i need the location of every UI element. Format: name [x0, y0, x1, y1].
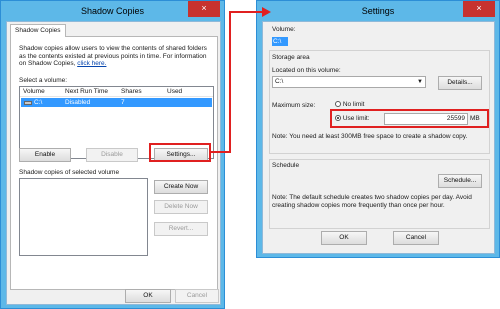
- settings-button-highlight: [149, 143, 211, 162]
- located-value: C:\: [275, 78, 284, 85]
- enable-button[interactable]: Enable: [19, 148, 71, 162]
- schedule-note: Note: The default schedule creates two s…: [272, 194, 472, 209]
- volume-list-header: Volume Next Run Time Shares Used: [20, 87, 213, 97]
- settings-ok-button[interactable]: OK: [321, 231, 367, 245]
- max-size-label: Maximum size:: [272, 102, 316, 109]
- shadow-close-button[interactable]: ×: [188, 1, 220, 17]
- located-volume-select[interactable]: C:\ ▼: [272, 76, 426, 88]
- use-limit-highlight: [330, 109, 489, 128]
- details-button[interactable]: Details...: [438, 76, 482, 90]
- volume-value: C:\: [272, 37, 288, 46]
- col-header-volume[interactable]: Volume: [23, 88, 45, 95]
- tab-shadow-copies[interactable]: Shadow Copies: [10, 24, 66, 37]
- intro-body: Shadow copies allow users to view the co…: [19, 45, 207, 67]
- shadow-copies-list[interactable]: [19, 178, 148, 256]
- free-space-note: Note: You need at least 300MB free space…: [272, 133, 468, 140]
- settings-close-button[interactable]: ×: [463, 1, 495, 17]
- settings-cancel-button[interactable]: Cancel: [393, 231, 439, 245]
- no-limit-radio[interactable]: [335, 101, 341, 107]
- revert-button[interactable]: Revert...: [154, 222, 208, 236]
- delete-now-button[interactable]: Delete Now: [154, 200, 208, 214]
- shadow-copies-list-label: Shadow copies of selected volume: [19, 169, 120, 176]
- intro-text: Shadow copies allow users to view the co…: [19, 45, 214, 68]
- schedule-label: Schedule: [272, 162, 300, 169]
- row-shares: 7: [121, 99, 125, 106]
- shadow-client-area: Shadow Copies Shadow copies allow users …: [6, 21, 221, 305]
- drive-icon: [24, 101, 32, 105]
- col-header-used[interactable]: Used: [167, 88, 182, 95]
- row-volume: C:\: [34, 99, 43, 106]
- chevron-down-icon: ▼: [417, 79, 423, 85]
- help-link[interactable]: click here.: [77, 60, 106, 67]
- col-header-next-run[interactable]: Next Run Time: [65, 88, 108, 95]
- settings-window: Settings × Volume: C:\ Storage area Loca…: [256, 0, 500, 258]
- create-now-button[interactable]: Create Now: [154, 180, 208, 194]
- ok-button[interactable]: OK: [125, 289, 171, 303]
- no-limit-label: No limit: [342, 101, 365, 108]
- col-header-shares[interactable]: Shares: [121, 88, 142, 95]
- settings-client-area: Volume: C:\ Storage area Located on this…: [262, 21, 495, 254]
- volume-row[interactable]: C:\ Disabled 7: [21, 98, 212, 107]
- row-next-run: Disabled: [65, 99, 91, 106]
- disable-button[interactable]: Disable: [86, 148, 138, 162]
- storage-area-label: Storage area: [272, 54, 310, 61]
- select-volume-label: Select a volume:: [19, 77, 68, 84]
- cancel-button[interactable]: Cancel: [175, 289, 219, 303]
- located-label: Located on this volume:: [272, 67, 341, 74]
- volume-label: Volume:: [272, 26, 296, 33]
- no-limit-option[interactable]: No limit: [335, 101, 364, 108]
- schedule-button[interactable]: Schedule...: [438, 174, 482, 188]
